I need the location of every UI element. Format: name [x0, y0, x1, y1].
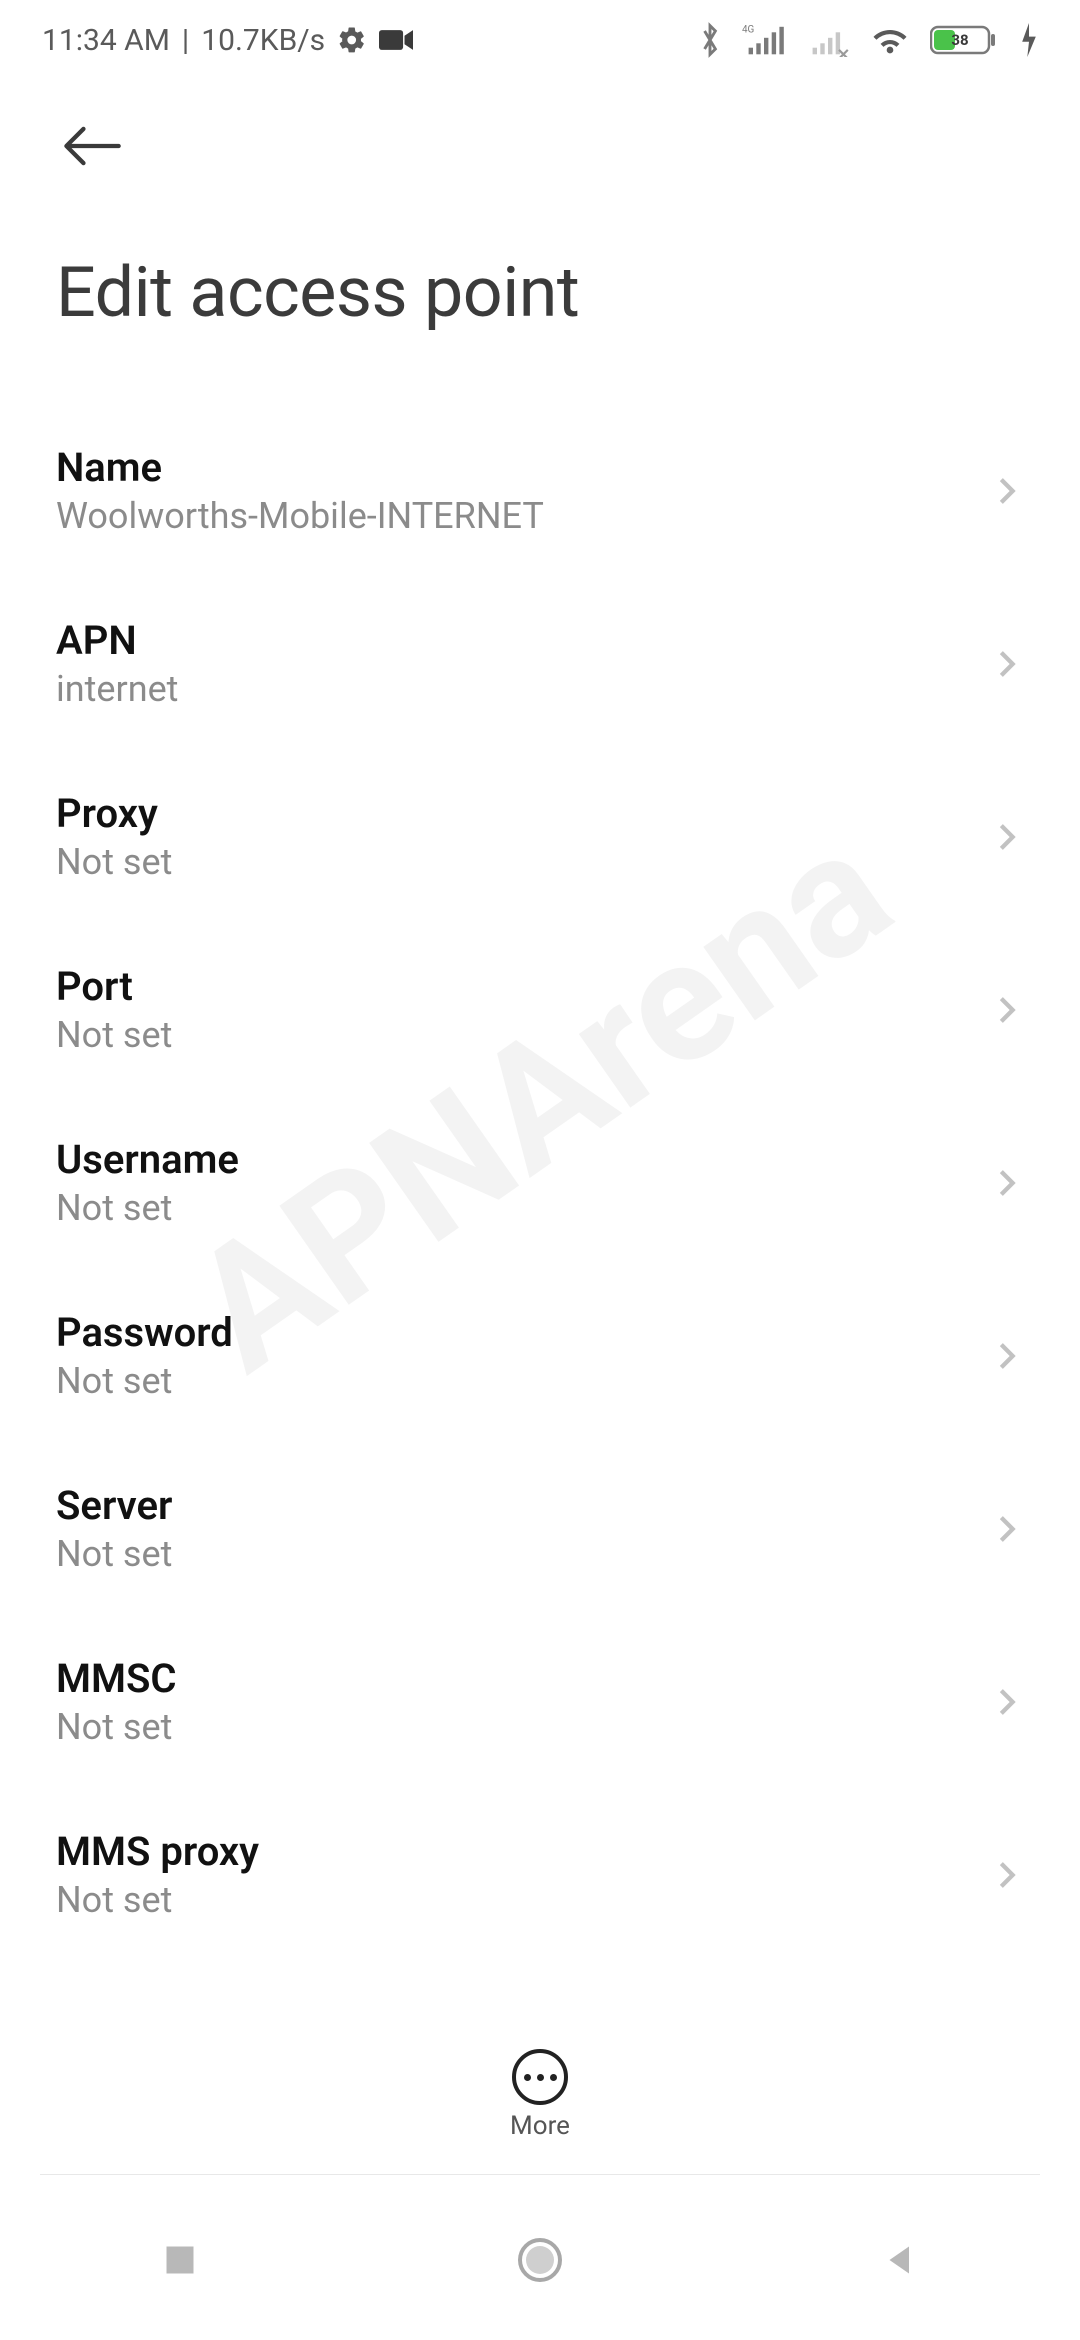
- row-title: MMSC: [56, 1655, 177, 1702]
- wifi-icon: [870, 24, 910, 56]
- status-netspeed: 10.7KB/s: [201, 23, 325, 58]
- row-name[interactable]: Name Woolworths-Mobile-INTERNET: [0, 404, 1080, 577]
- row-title: Port: [56, 963, 172, 1010]
- chevron-right-icon: [990, 993, 1024, 1027]
- square-icon: [162, 2242, 198, 2278]
- row-sub: Not set: [56, 1533, 172, 1575]
- system-nav-bar: [0, 2180, 1080, 2340]
- separator: [40, 2174, 1040, 2175]
- more-dots-icon: [524, 2074, 557, 2081]
- row-sub: Woolworths-Mobile-INTERNET: [56, 495, 544, 537]
- row-apn[interactable]: APN internet: [0, 577, 1080, 750]
- nav-home-button[interactable]: [513, 2233, 567, 2287]
- chevron-right-icon: [990, 1339, 1024, 1373]
- back-button[interactable]: [56, 110, 128, 182]
- chevron-right-icon: [990, 647, 1024, 681]
- row-sub: Not set: [56, 1187, 239, 1229]
- bluetooth-icon: [698, 22, 722, 58]
- battery-pct-text: 38: [951, 31, 968, 49]
- chevron-right-icon: [990, 820, 1024, 854]
- nav-recents-button[interactable]: [153, 2233, 207, 2287]
- row-title: Password: [56, 1309, 233, 1356]
- triangle-left-icon: [882, 2242, 918, 2278]
- cellular-signal-4g-icon: 4G: [742, 23, 786, 57]
- row-title: Name: [56, 444, 544, 491]
- chevron-right-icon: [990, 1858, 1024, 1892]
- row-server[interactable]: Server Not set: [0, 1442, 1080, 1615]
- svg-text:4G: 4G: [742, 24, 755, 35]
- gear-icon: [337, 25, 367, 55]
- row-title: APN: [56, 617, 178, 664]
- row-title: Server: [56, 1482, 172, 1529]
- more-label: More: [510, 2111, 570, 2141]
- chevron-right-icon: [990, 1685, 1024, 1719]
- more-button[interactable]: [512, 2049, 568, 2105]
- cellular-signal-no-sim-icon: [806, 23, 850, 57]
- row-title: MMS proxy: [56, 1828, 259, 1875]
- status-sep: |: [182, 23, 189, 58]
- row-username[interactable]: Username Not set: [0, 1096, 1080, 1269]
- row-title: Proxy: [56, 790, 172, 837]
- arrow-left-icon: [60, 124, 124, 168]
- row-sub: internet: [56, 668, 178, 710]
- circle-icon: [516, 2236, 564, 2284]
- row-mms-proxy[interactable]: MMS proxy Not set: [0, 1788, 1080, 1961]
- page-title: Edit access point: [0, 182, 1080, 404]
- chevron-right-icon: [990, 1512, 1024, 1546]
- row-sub: Not set: [56, 1014, 172, 1056]
- camera-icon: [379, 28, 413, 52]
- row-password[interactable]: Password Not set: [0, 1269, 1080, 1442]
- battery-indicator: 38: [930, 23, 1000, 57]
- row-proxy[interactable]: Proxy Not set: [0, 750, 1080, 923]
- chevron-right-icon: [990, 1166, 1024, 1200]
- status-time: 11:34 AM: [42, 23, 170, 58]
- status-bar: 11:34 AM | 10.7KB/s 4G: [0, 0, 1080, 80]
- row-sub: Not set: [56, 1706, 177, 1748]
- row-sub: Not set: [56, 841, 172, 883]
- settings-list: Name Woolworths-Mobile-INTERNET APN inte…: [0, 404, 1080, 1961]
- chevron-right-icon: [990, 474, 1024, 508]
- charging-icon: [1020, 23, 1038, 57]
- row-sub: Not set: [56, 1360, 233, 1402]
- row-mmsc[interactable]: MMSC Not set: [0, 1615, 1080, 1788]
- row-port[interactable]: Port Not set: [0, 923, 1080, 1096]
- row-title: Username: [56, 1136, 239, 1183]
- row-sub: Not set: [56, 1879, 259, 1921]
- nav-back-button[interactable]: [873, 2233, 927, 2287]
